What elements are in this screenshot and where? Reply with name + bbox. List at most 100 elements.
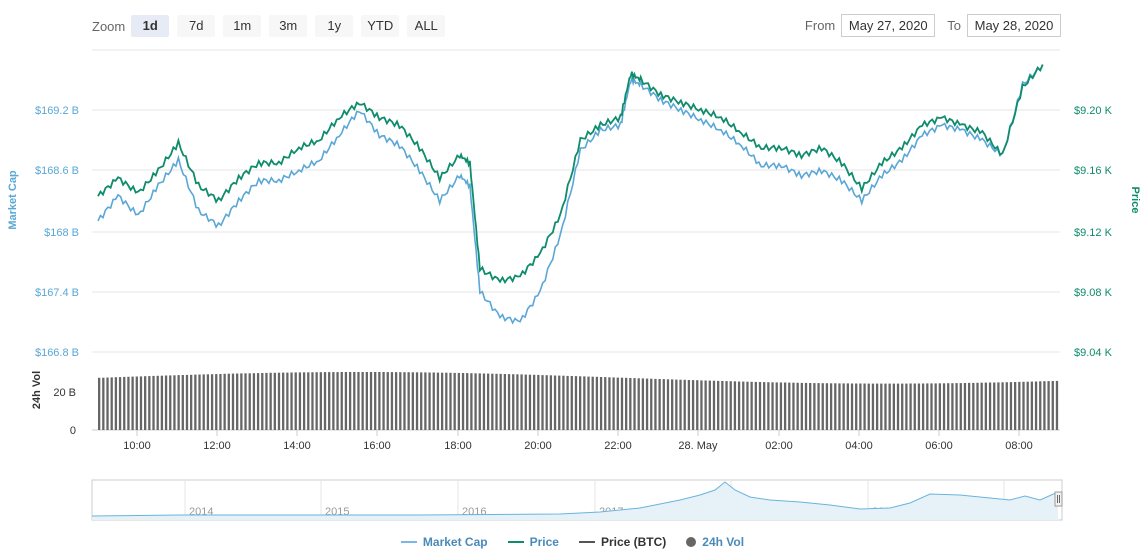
- volume-bar: [750, 381, 753, 430]
- volume-bar: [863, 383, 866, 430]
- volume-bar: [1009, 382, 1013, 430]
- volume-bar: [733, 381, 737, 430]
- volume-bar: [415, 372, 419, 430]
- volume-bar: [629, 378, 632, 430]
- volume-bar: [662, 379, 665, 430]
- volume-bar: [867, 383, 870, 430]
- volume-bar: [524, 374, 527, 430]
- volume-bar: [767, 382, 770, 430]
- volume-bar: [641, 378, 645, 430]
- volume-bar: [708, 380, 711, 430]
- y-right-tick-label: $9.20 K: [1074, 105, 1113, 117]
- volume-bar: [650, 378, 653, 430]
- volume-bar: [1030, 381, 1034, 430]
- y-left-tick-label: $168 B: [44, 227, 79, 239]
- volume-bar: [307, 372, 310, 430]
- volume-bar: [474, 373, 477, 430]
- volume-bar: [721, 381, 724, 430]
- volume-bar: [654, 378, 657, 430]
- y-left-tick-label: $169.2 B: [35, 105, 79, 117]
- volume-bar: [570, 376, 573, 430]
- volume-bar: [328, 372, 331, 430]
- volume-bar: [353, 372, 356, 430]
- volume-bar: [319, 372, 322, 430]
- x-tick-label: 18:00: [444, 440, 472, 452]
- y-right-tick-label: $9.08 K: [1074, 287, 1113, 299]
- volume-bar: [173, 375, 176, 430]
- volume-bar: [579, 376, 582, 430]
- x-tick-label: 08:00: [1005, 440, 1033, 452]
- volume-bar: [340, 372, 343, 430]
- volume-bar: [955, 383, 958, 430]
- volume-bar: [290, 372, 293, 430]
- volume-bar: [457, 372, 460, 430]
- volume-bar: [382, 372, 385, 430]
- volume-bar: [683, 379, 686, 430]
- volume-bar: [445, 372, 448, 430]
- volume-bar: [712, 380, 716, 430]
- volume-bar: [658, 379, 661, 430]
- volume-bar: [202, 374, 205, 430]
- volume-bar: [323, 372, 327, 430]
- volume-bar: [516, 374, 519, 430]
- volume-bar: [357, 372, 360, 430]
- volume-bar: [361, 372, 364, 430]
- y-right-axis-title: Price: [1129, 187, 1141, 214]
- volume-bar: [139, 376, 143, 430]
- volume-bar: [336, 372, 339, 430]
- volume-bar: [558, 375, 561, 430]
- volume-bar: [993, 382, 996, 430]
- volume-bar: [754, 381, 757, 430]
- legend: Market Cap Price Price (BTC) 24h Vol: [0, 533, 1145, 551]
- volume-bar: [1022, 381, 1025, 430]
- volume-bar: [729, 381, 732, 430]
- volume-bar: [829, 383, 833, 430]
- legend-24h-vol-swatch: [686, 537, 697, 547]
- volume-bar: [562, 375, 565, 430]
- volume-bar: [616, 377, 619, 430]
- volume-bar: [231, 373, 235, 430]
- volume-bar: [1043, 381, 1046, 430]
- volume-bar: [633, 378, 636, 430]
- volume-bar: [486, 373, 490, 430]
- volume-bar: [599, 377, 603, 430]
- volume-bar: [620, 377, 624, 430]
- volume-bar: [453, 372, 456, 430]
- legend-item-24h-vol[interactable]: 24h Vol: [686, 535, 744, 549]
- volume-bar: [277, 372, 281, 430]
- volume-bar: [763, 382, 766, 430]
- volume-bar: [850, 383, 854, 430]
- volume-bar: [804, 382, 808, 430]
- volume-bar: [687, 380, 691, 430]
- volume-bar: [160, 375, 164, 430]
- volume-bar: [1026, 381, 1029, 430]
- x-tick-label: 12:00: [203, 440, 231, 452]
- volume-bar: [152, 375, 155, 430]
- volume-bar: [679, 379, 682, 430]
- volume-bar: [545, 375, 548, 430]
- volume-bar: [859, 383, 862, 430]
- volume-bar: [236, 373, 239, 430]
- volume-bar: [436, 372, 440, 430]
- volume-bar: [967, 382, 971, 430]
- volume-bar: [240, 373, 243, 430]
- volume-bar: [1034, 381, 1038, 430]
- legend-item-price[interactable]: Price: [507, 535, 559, 549]
- x-tick-label: 20:00: [524, 440, 552, 452]
- volume-bar: [1005, 382, 1008, 430]
- volume-bar: [1018, 381, 1021, 430]
- volume-bar: [482, 373, 486, 430]
- volume-bar: [148, 376, 151, 430]
- volume-bar: [512, 374, 515, 430]
- volume-bar: [461, 373, 465, 430]
- volume-bar: [1055, 380, 1059, 430]
- volume-bar: [696, 380, 699, 430]
- legend-item-price-btc[interactable]: Price (BTC): [578, 535, 666, 549]
- legend-item-market-cap[interactable]: Market Cap: [400, 535, 488, 549]
- volume-bar: [608, 377, 611, 430]
- navigator-handle[interactable]: [1054, 491, 1063, 507]
- volume-bar: [1051, 381, 1054, 430]
- volume-bar: [871, 383, 875, 430]
- volume-bar: [666, 379, 670, 430]
- y-right-tick-label: $9.12 K: [1074, 227, 1113, 239]
